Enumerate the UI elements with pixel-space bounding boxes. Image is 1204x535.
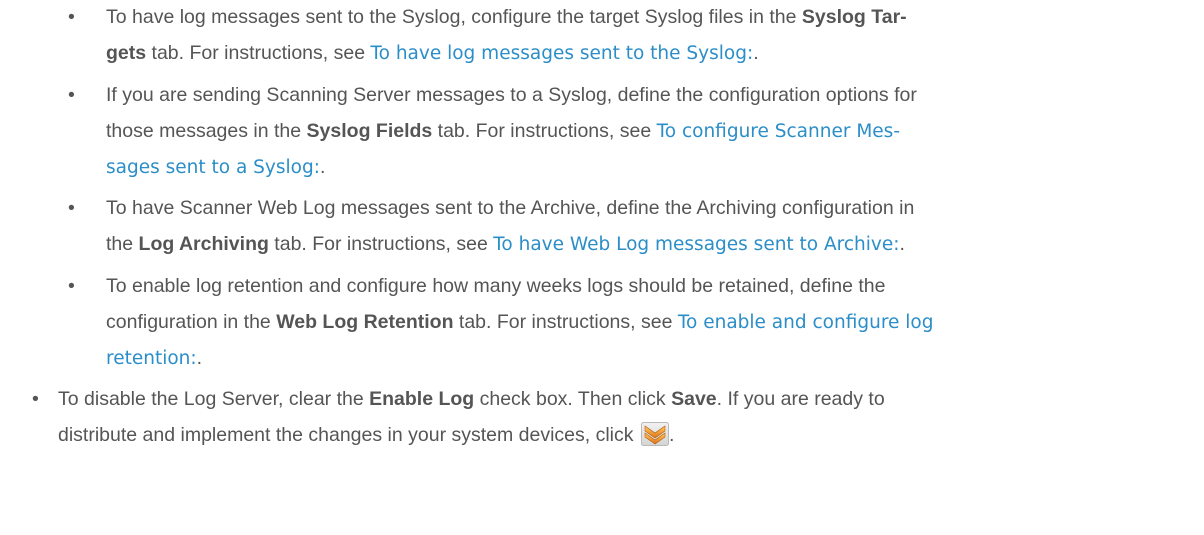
bullet: • bbox=[68, 275, 75, 297]
body-text: To have Scanner Web Log messages sent to… bbox=[106, 197, 915, 219]
ui-term: Syslog Fields bbox=[306, 120, 433, 142]
text-line: gets tab. For instructions, see To have … bbox=[106, 35, 907, 71]
cross-reference-link[interactable]: sages sent to a Syslog: bbox=[106, 157, 320, 178]
cross-reference-link[interactable]: retention: bbox=[106, 348, 197, 369]
text-line: distribute and implement the changes in … bbox=[58, 417, 885, 453]
body-text: . bbox=[319, 156, 326, 178]
bullet: • bbox=[68, 197, 75, 219]
list-item-text: If you are sending Scanning Server messa… bbox=[106, 77, 917, 185]
body-text: . bbox=[196, 347, 203, 369]
body-text: the bbox=[106, 233, 139, 255]
body-text: those messages in the bbox=[106, 120, 307, 142]
list-item-text: To have Scanner Web Log messages sent to… bbox=[106, 190, 914, 262]
body-text: tab. For instructions, see bbox=[268, 233, 494, 255]
cross-reference-link[interactable]: To configure Scanner Mes- bbox=[657, 121, 900, 142]
ui-term: gets bbox=[106, 42, 147, 64]
ui-term: Web Log Retention bbox=[276, 311, 454, 333]
cross-reference-link[interactable]: To have log messages sent to the Syslog: bbox=[370, 43, 753, 64]
body-text: If you are sending Scanning Server messa… bbox=[106, 84, 917, 106]
list-item-text: To have log messages sent to the Syslog,… bbox=[106, 0, 907, 71]
text-line: If you are sending Scanning Server messa… bbox=[106, 77, 917, 113]
body-text: tab. For instructions, see bbox=[453, 311, 678, 333]
bullet: • bbox=[32, 388, 39, 410]
list-item-text: To enable log retention and configure ho… bbox=[106, 268, 934, 376]
body-text: configuration in the bbox=[106, 311, 277, 333]
body-text: To disable the Log Server, clear the bbox=[58, 388, 370, 410]
body-text: . bbox=[899, 233, 905, 255]
body-text: To have log messages sent to the Syslog,… bbox=[106, 6, 802, 28]
body-text: distribute and implement the changes in … bbox=[58, 424, 639, 446]
text-line: those messages in the Syslog Fields tab.… bbox=[106, 113, 917, 149]
text-line: To have Scanner Web Log messages sent to… bbox=[106, 190, 914, 226]
bullet: • bbox=[68, 84, 75, 106]
cross-reference-link[interactable]: To have Web Log messages sent to Archive… bbox=[493, 234, 899, 255]
body-text: tab. For instructions, see bbox=[432, 120, 657, 142]
body-text: check box. Then click bbox=[474, 388, 672, 410]
distribute-icon bbox=[640, 422, 669, 446]
text-line: retention:. bbox=[106, 340, 934, 376]
text-line: To disable the Log Server, clear the Ena… bbox=[58, 381, 885, 417]
ui-term: Save bbox=[671, 388, 717, 410]
body-text: . If you are ready to bbox=[716, 388, 885, 410]
text-line: configuration in the Web Log Retention t… bbox=[106, 304, 934, 340]
body-text: To enable log retention and configure ho… bbox=[106, 275, 886, 297]
body-text: . bbox=[668, 424, 675, 446]
cross-reference-link[interactable]: To enable and configure log bbox=[678, 312, 934, 333]
list-item-text: To disable the Log Server, clear the Ena… bbox=[58, 381, 885, 453]
text-line: the Log Archiving tab. For instructions,… bbox=[106, 226, 914, 262]
text-line: sages sent to a Syslog:. bbox=[106, 149, 917, 185]
bullet: • bbox=[68, 6, 75, 28]
text-line: To enable log retention and configure ho… bbox=[106, 268, 934, 304]
ui-term: Log Archiving bbox=[138, 233, 269, 255]
ui-term: Enable Log bbox=[369, 388, 475, 410]
ui-term: Syslog Tar- bbox=[801, 6, 907, 28]
text-line: To have log messages sent to the Syslog,… bbox=[106, 0, 907, 35]
body-text: . bbox=[753, 42, 759, 64]
body-text: tab. For instructions, see bbox=[146, 42, 371, 64]
